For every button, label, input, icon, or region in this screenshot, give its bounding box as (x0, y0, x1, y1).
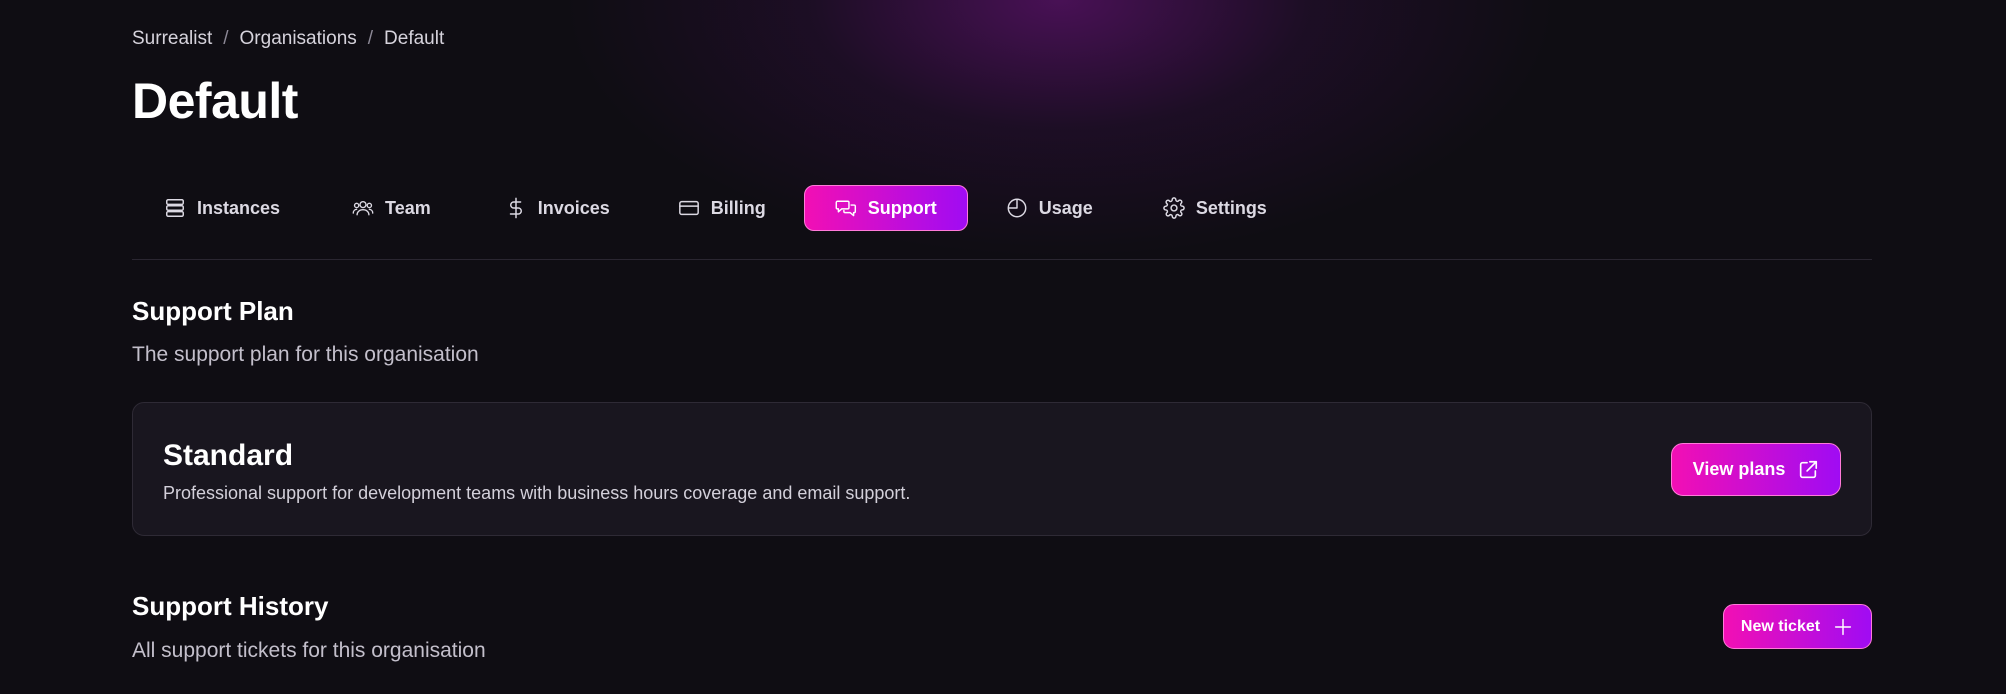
page-title: Default (132, 73, 298, 129)
tab-label: Team (385, 197, 431, 218)
tab-settings[interactable]: Settings (1129, 185, 1297, 231)
tab-label: Invoices (537, 197, 610, 218)
breadcrumb-item-current: Default (384, 28, 445, 49)
tab-label: Billing (710, 197, 766, 218)
tab-label: Usage (1038, 197, 1093, 218)
tab-label: Support (867, 197, 937, 218)
view-plans-button[interactable]: View plans (1671, 443, 1841, 496)
breadcrumb-separator: / (367, 28, 374, 49)
tab-bar: Instances Team Invoices Billing Support … (148, 185, 1297, 231)
tab-invoices[interactable]: Invoices (465, 185, 644, 231)
tab-divider (132, 259, 1872, 260)
credit-card-icon (678, 197, 700, 219)
breadcrumb-item-surrealist[interactable]: Surrealist (132, 28, 212, 50)
plan-description: Professional support for development tea… (163, 483, 911, 503)
breadcrumb-separator: / (223, 28, 229, 49)
tab-support[interactable]: Support (803, 185, 968, 231)
server-stack-icon (164, 197, 186, 219)
support-plan-title: Support Plan (132, 296, 294, 326)
chat-bubbles-icon (835, 197, 857, 219)
breadcrumb: Surrealist / Organisations / Default (132, 28, 444, 50)
dollar-icon (505, 197, 527, 219)
support-history-subtitle: All support tickets for this organisatio… (132, 639, 486, 662)
tab-team[interactable]: Team (312, 185, 465, 231)
view-plans-label: View plans (1692, 459, 1786, 479)
external-link-icon (1797, 459, 1819, 481)
new-ticket-button[interactable]: New ticket (1723, 604, 1872, 649)
plan-name: Standard (163, 439, 294, 472)
tab-instances[interactable]: Instances (148, 185, 312, 231)
tab-usage[interactable]: Usage (968, 185, 1129, 231)
users-icon (352, 197, 374, 219)
plan-card: Standard Professional support for develo… (132, 402, 1872, 536)
gear-icon (1163, 197, 1185, 219)
plus-icon (1832, 616, 1854, 638)
tab-label: Instances (197, 197, 281, 218)
breadcrumb-item-organisations[interactable]: Organisations (240, 28, 357, 50)
new-ticket-label: New ticket (1740, 617, 1821, 635)
tab-label: Settings (1195, 197, 1267, 218)
support-history-title: Support History (132, 591, 329, 621)
pie-chart-icon (1006, 197, 1028, 219)
support-plan-subtitle: The support plan for this organisation (132, 343, 479, 366)
tab-billing[interactable]: Billing (644, 185, 804, 231)
